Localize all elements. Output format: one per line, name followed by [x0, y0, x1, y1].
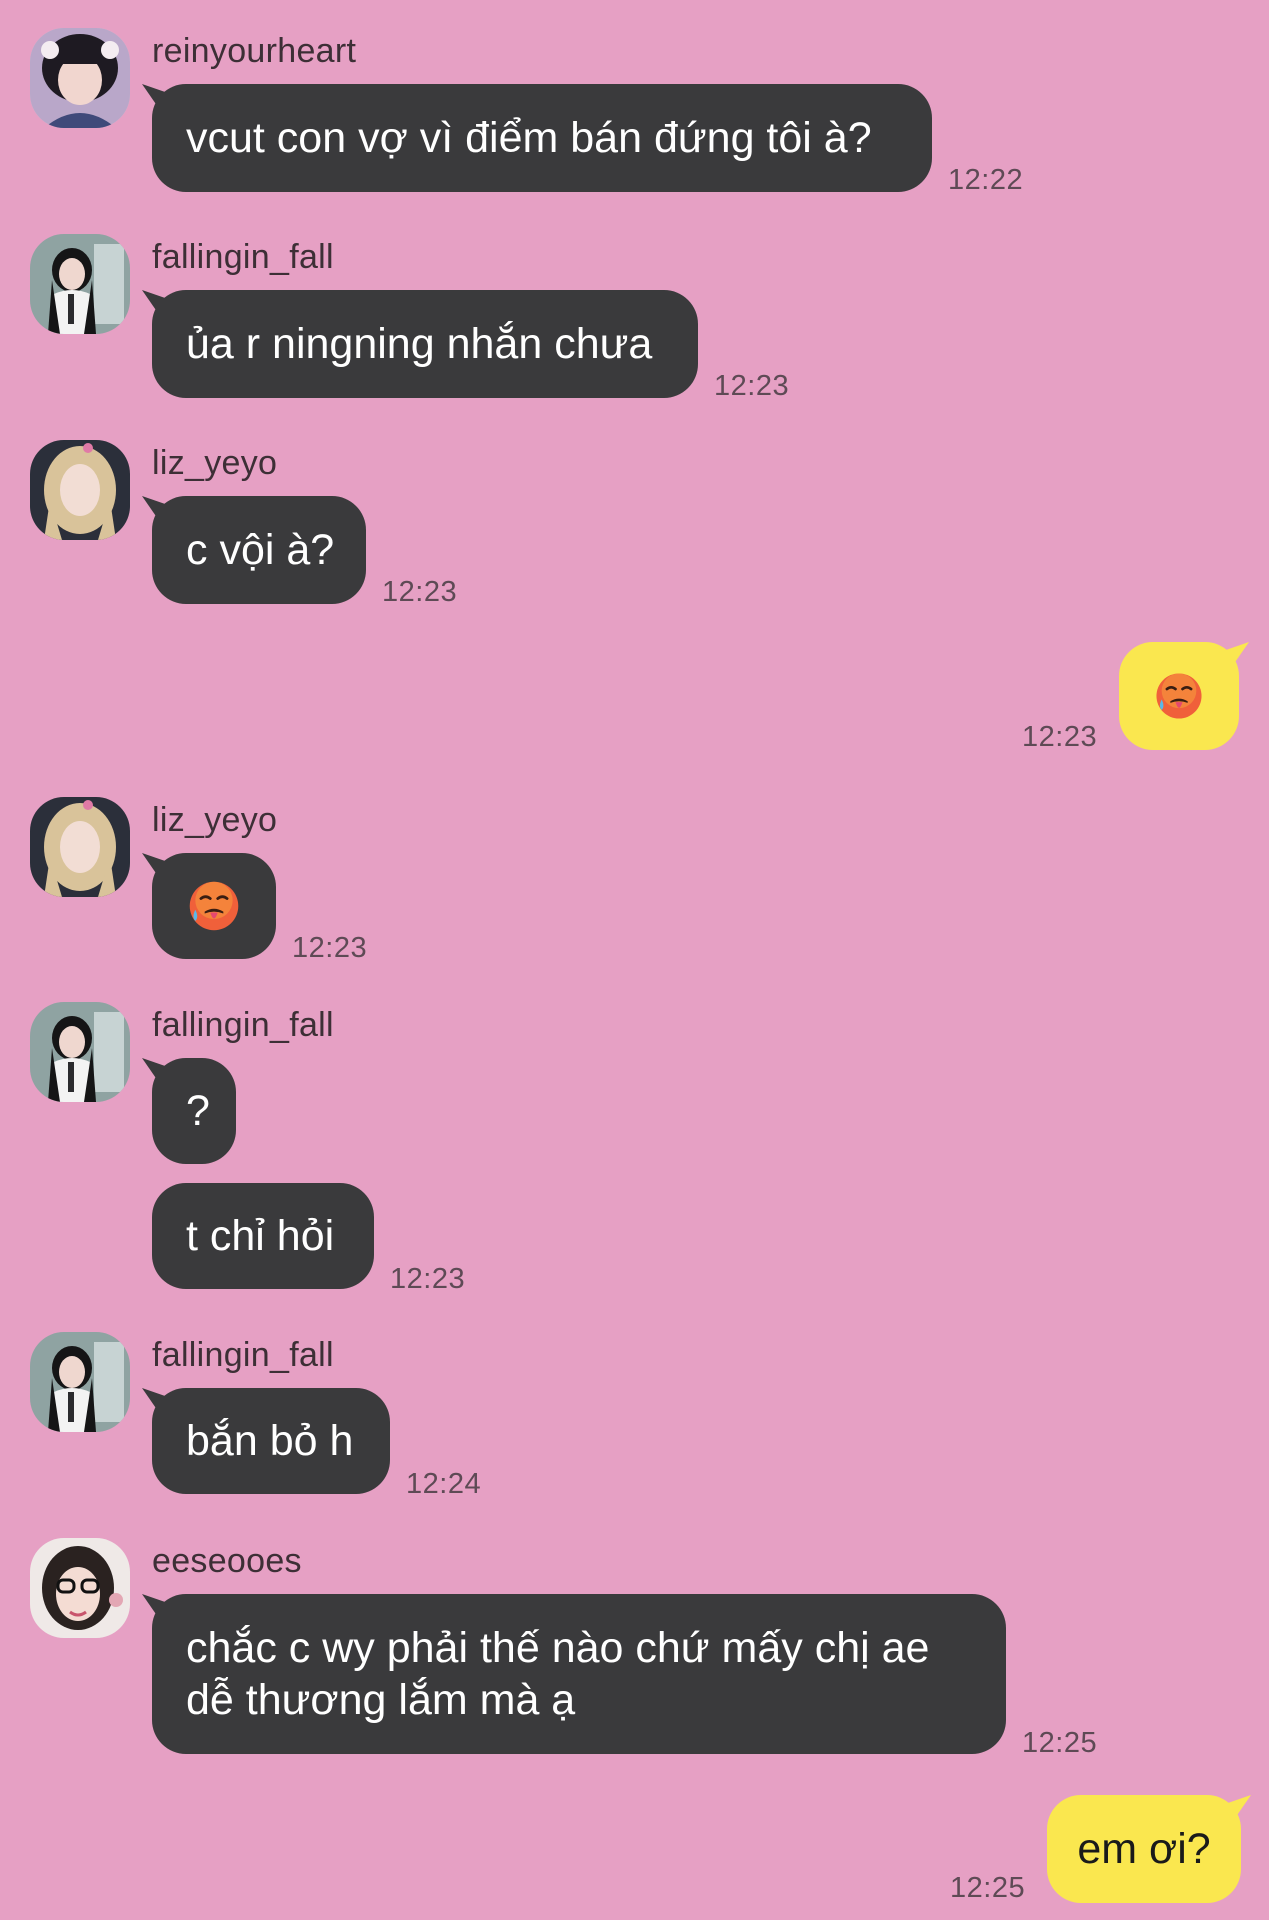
message-time: 12:24: [406, 1468, 482, 1500]
message-time: 12:25: [950, 1872, 1026, 1904]
message-time: 12:25: [1022, 1727, 1098, 1759]
sender-name: eeseooes: [152, 1542, 302, 1580]
avatar-reinyourheart[interactable]: [30, 28, 130, 128]
message-bubble-outgoing[interactable]: em ơi?: [1047, 1795, 1241, 1903]
message-text: ?: [186, 1087, 210, 1135]
message-bubble[interactable]: c vội à?: [152, 496, 366, 604]
message-time: 12:23: [390, 1263, 466, 1295]
avatar-fallingin-fall[interactable]: [30, 234, 130, 334]
avatar-fallingin-fall[interactable]: [30, 1332, 130, 1432]
message-time: 12:23: [714, 370, 790, 402]
chat-thread[interactable]: reinyourheart vcut con vợ vì điểm bán đứ…: [0, 0, 1269, 1920]
hot-face-emoji-icon: [1153, 667, 1205, 725]
message-text: ủa r ningning nhắn chưa: [186, 320, 653, 368]
hot-face-emoji-icon: [186, 877, 242, 935]
sender-name: liz_yeyo: [152, 444, 278, 482]
sender-name: liz_yeyo: [152, 801, 278, 839]
avatar-fallingin-fall[interactable]: [30, 1002, 130, 1102]
message-bubble[interactable]: ?: [152, 1058, 236, 1164]
message-bubble[interactable]: vcut con vợ vì điểm bán đứng tôi à?: [152, 84, 932, 192]
message-time: 12:23: [292, 932, 368, 964]
avatar-liz-yeyo[interactable]: [30, 797, 130, 897]
message-bubble[interactable]: t chỉ hỏi: [152, 1183, 374, 1289]
message-bubble[interactable]: bắn bỏ h: [152, 1388, 390, 1494]
message-text: em ơi?: [1077, 1825, 1211, 1873]
message-time: 12:22: [948, 164, 1024, 196]
sender-name: reinyourheart: [152, 32, 357, 70]
message-text: c vội à?: [186, 526, 335, 574]
sender-name: fallingin_fall: [152, 1006, 334, 1044]
sender-name: fallingin_fall: [152, 238, 334, 276]
message-text: bắn bỏ h: [186, 1417, 354, 1465]
message-time: 12:23: [382, 576, 458, 608]
message-text: t chỉ hỏi: [186, 1212, 335, 1260]
message-bubble[interactable]: ủa r ningning nhắn chưa: [152, 290, 698, 398]
message-bubble[interactable]: [152, 853, 276, 959]
avatar-liz-yeyo[interactable]: [30, 440, 130, 540]
message-time: 12:23: [1022, 721, 1098, 753]
message-text: chắc c wy phải thế nào chứ mấy chị ae dễ…: [186, 1624, 930, 1724]
sender-name: fallingin_fall: [152, 1336, 334, 1374]
message-bubble-outgoing[interactable]: [1119, 642, 1239, 750]
message-text: vcut con vợ vì điểm bán đứng tôi à?: [186, 114, 872, 162]
avatar-eeseooes[interactable]: [30, 1538, 130, 1638]
message-bubble[interactable]: chắc c wy phải thế nào chứ mấy chị ae dễ…: [152, 1594, 1006, 1754]
